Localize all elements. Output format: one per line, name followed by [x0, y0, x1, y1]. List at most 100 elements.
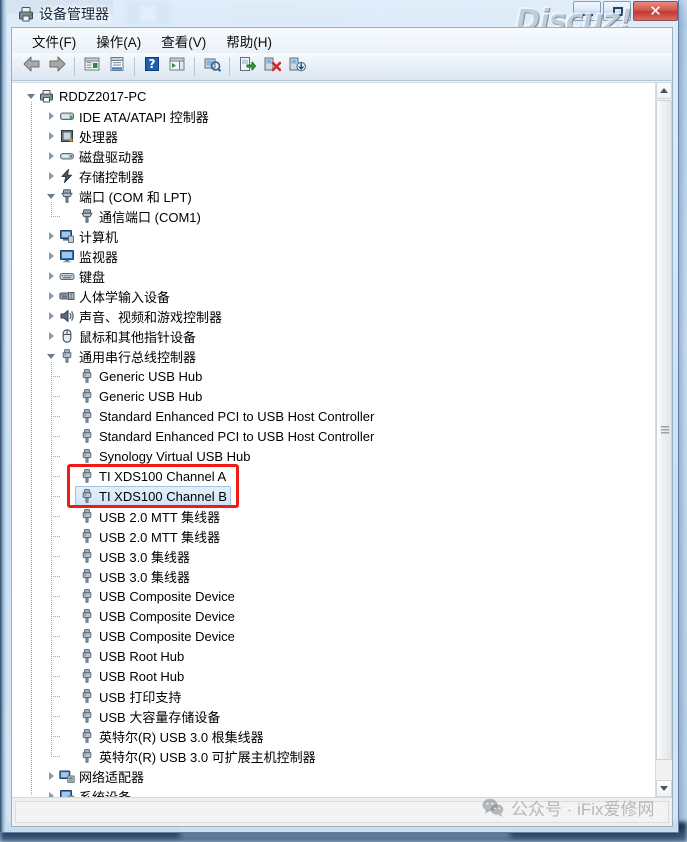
expand-triangle-icon[interactable]	[46, 771, 57, 782]
network-adapter-icon	[59, 768, 75, 784]
expand-triangle-icon[interactable]	[46, 311, 57, 322]
expand-triangle-icon[interactable]	[46, 251, 57, 262]
tree-row[interactable]: USB 大容量存储设备	[12, 706, 654, 726]
tree-row-label: USB 2.0 MTT 集线器	[99, 509, 221, 525]
collapse-triangle-icon[interactable]	[46, 351, 57, 362]
tree-row[interactable]: USB 3.0 集线器	[12, 546, 654, 566]
help-button[interactable]: ?	[140, 55, 164, 79]
show-hide-console-tree-button[interactable]	[80, 55, 104, 79]
tree-row[interactable]: 鼠标和其他指针设备	[12, 326, 654, 346]
tree-row[interactable]: 人体学输入设备	[12, 286, 654, 306]
tree-row[interactable]: 端口 (COM 和 LPT)	[12, 186, 654, 206]
tree-row[interactable]: USB Composite Device	[12, 606, 654, 626]
tree-row-label: 鼠标和其他指针设备	[79, 329, 197, 345]
expand-triangle-icon[interactable]	[46, 331, 57, 342]
usb-icon	[79, 468, 95, 484]
tree-row[interactable]: USB 2.0 MTT 集线器	[12, 526, 654, 546]
collapse-triangle-icon[interactable]	[26, 91, 37, 102]
properties-button[interactable]	[105, 55, 129, 79]
collapse-triangle-icon[interactable]	[46, 191, 57, 202]
expand-triangle-icon[interactable]	[46, 791, 57, 797]
expand-triangle-icon[interactable]	[46, 231, 57, 242]
forward-arrow-icon	[47, 55, 67, 78]
tree-row[interactable]: USB Root Hub	[12, 666, 654, 686]
usb-icon	[79, 368, 95, 384]
tree-row[interactable]: 声音、视频和游戏控制器	[12, 306, 654, 326]
scrollbar-thumb[interactable]	[656, 100, 672, 760]
tree-row[interactable]: TI XDS100 Channel A	[12, 466, 654, 486]
scan-hardware-changes-button[interactable]	[200, 55, 224, 79]
expand-triangle-icon[interactable]	[46, 171, 57, 182]
tree-row-label: USB Composite Device	[99, 628, 235, 644]
tree-row[interactable]: Generic USB Hub	[12, 366, 654, 386]
title-bar[interactable]: 设备管理器 ✕ Discuz!	[7, 0, 678, 38]
back-button[interactable]	[20, 55, 44, 79]
tree-row[interactable]: 网络适配器	[12, 766, 654, 786]
tree-row[interactable]: 处理器	[12, 126, 654, 146]
tree-row[interactable]: Standard Enhanced PCI to USB Host Contro…	[12, 406, 654, 426]
minimize-button[interactable]	[573, 1, 601, 21]
tree-row[interactable]: USB 3.0 集线器	[12, 566, 654, 586]
vertical-scrollbar[interactable]	[655, 82, 672, 797]
menu-action[interactable]: 操作(A)	[86, 28, 151, 54]
tree-row[interactable]: 英特尔(R) USB 3.0 根集线器	[12, 726, 654, 746]
menu-help[interactable]: 帮助(H)	[216, 28, 282, 54]
tree-row[interactable]: Generic USB Hub	[12, 386, 654, 406]
maximize-icon	[613, 7, 623, 16]
device-tree: RDDZ2017-PC IDE ATA/ATAPI 控制器 处理器磁盘驱动器 存储控制…	[12, 86, 654, 797]
tree-row[interactable]: USB 打印支持	[12, 686, 654, 706]
tree-row[interactable]: IDE ATA/ATAPI 控制器	[12, 106, 654, 126]
tree-row[interactable]: 磁盘驱动器	[12, 146, 654, 166]
scroll-down-button[interactable]	[656, 780, 672, 797]
close-button[interactable]: ✕	[633, 1, 678, 21]
usb-icon	[79, 708, 95, 724]
back-arrow-icon	[22, 55, 42, 78]
toolbar: ?	[12, 53, 672, 81]
tree-row[interactable]: USB Composite Device	[12, 626, 654, 646]
menu-view[interactable]: 查看(V)	[151, 28, 216, 54]
tree-row[interactable]: 键盘	[12, 266, 654, 286]
usb-icon	[79, 688, 95, 704]
update-driver-button[interactable]	[235, 55, 259, 79]
tree-row[interactable]: USB 2.0 MTT 集线器	[12, 506, 654, 526]
processor-icon	[59, 128, 75, 144]
maximize-button[interactable]	[603, 1, 631, 21]
tree-row[interactable]: 英特尔(R) USB 3.0 可扩展主机控制器	[12, 746, 654, 766]
usb-icon	[79, 568, 95, 584]
scroll-up-button[interactable]	[656, 82, 672, 99]
tree-row[interactable]: USB Composite Device	[12, 586, 654, 606]
expand-triangle-icon[interactable]	[46, 111, 57, 122]
tree-row[interactable]: Synology Virtual USB Hub	[12, 446, 654, 466]
tree-row[interactable]: 计算机	[12, 226, 654, 246]
properties-icon	[108, 55, 126, 78]
menu-file[interactable]: 文件(F)	[22, 28, 86, 54]
uninstall-device-button[interactable]	[260, 55, 284, 79]
expand-triangle-icon[interactable]	[46, 151, 57, 162]
device-tree-pane[interactable]: RDDZ2017-PC IDE ATA/ATAPI 控制器 处理器磁盘驱动器 存储控制…	[12, 82, 672, 797]
show-hide-action-pane-button[interactable]	[165, 55, 189, 79]
expand-triangle-icon[interactable]	[46, 291, 57, 302]
tree-row[interactable]: Standard Enhanced PCI to USB Host Contro…	[12, 426, 654, 446]
tree-row[interactable]: 通用串行总线控制器	[12, 346, 654, 366]
forward-button[interactable]	[45, 55, 69, 79]
tree-row[interactable]: 系统设备	[12, 786, 654, 797]
scan-hardware-icon	[203, 55, 222, 78]
usb-icon	[79, 588, 95, 604]
tree-row-label: 磁盘驱动器	[79, 149, 145, 165]
tree-row[interactable]: RDDZ2017-PC	[12, 86, 654, 106]
expand-triangle-icon[interactable]	[46, 131, 57, 142]
tree-row-label: Standard Enhanced PCI to USB Host Contro…	[99, 428, 375, 444]
tree-row[interactable]: TI XDS100 Channel B	[12, 486, 654, 506]
expand-triangle-icon[interactable]	[46, 271, 57, 282]
tree-row[interactable]: 监视器	[12, 246, 654, 266]
tree-row[interactable]: USB Root Hub	[12, 646, 654, 666]
tree-row[interactable]: 通信端口 (COM1)	[12, 206, 654, 226]
disable-device-button[interactable]	[285, 55, 309, 79]
tree-row[interactable]: 存储控制器	[12, 166, 654, 186]
svg-text:?: ?	[149, 57, 156, 71]
